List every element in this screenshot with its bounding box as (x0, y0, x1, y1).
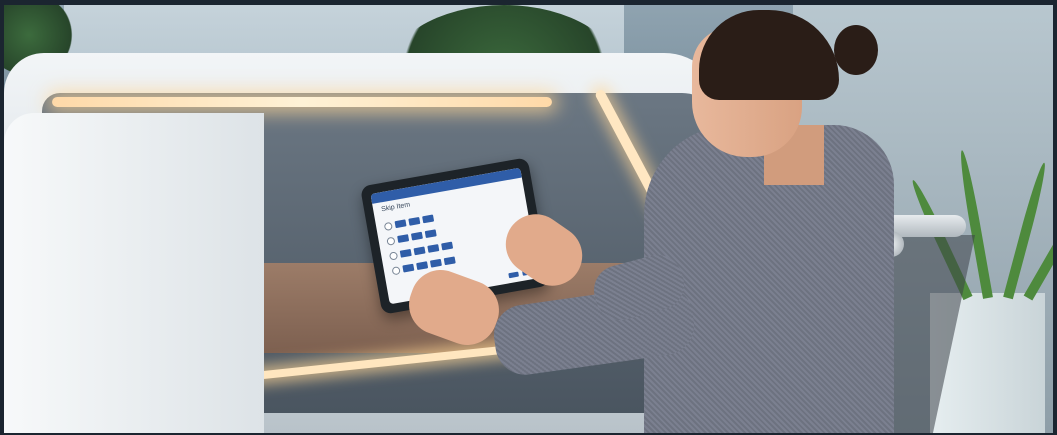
screen-footer-button (508, 271, 520, 279)
option-block (402, 263, 415, 273)
option-block (394, 219, 407, 229)
option-block (424, 229, 437, 239)
kiosk-light-strip (52, 97, 552, 107)
person-hair-bun (834, 25, 878, 75)
screen-title: Skip Item (380, 201, 411, 214)
radio-icon (391, 265, 401, 275)
kiosk-front-panel (4, 113, 264, 433)
screen-option-row (383, 214, 435, 232)
option-block (399, 248, 412, 258)
option-block (410, 231, 423, 241)
option-block (443, 256, 456, 266)
radio-icon (383, 221, 393, 231)
option-block (416, 261, 429, 271)
option-block (429, 258, 442, 268)
kiosk-desk (4, 53, 726, 433)
option-block (427, 244, 440, 253)
option-block (408, 216, 421, 226)
radio-icon (388, 250, 399, 261)
radio-icon (386, 236, 396, 246)
screen-option-row (386, 228, 437, 246)
option-block (413, 246, 426, 256)
option-block (397, 234, 410, 243)
option-block (441, 241, 454, 251)
photo-scene: Skip Item (4, 5, 1053, 433)
option-block (422, 214, 435, 224)
